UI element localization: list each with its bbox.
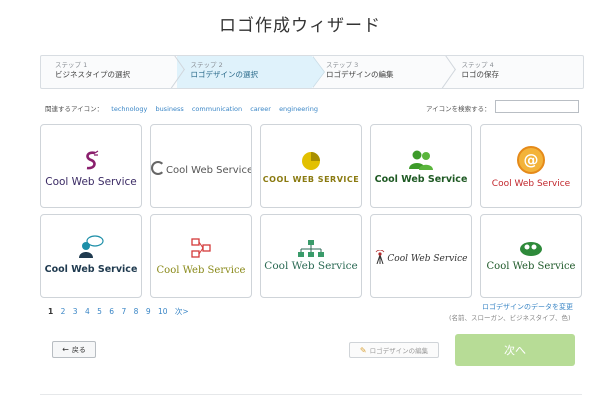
logo-tile-10[interactable]: Cool Web Service — [480, 214, 582, 298]
logo-tile-5[interactable]: @ Cool Web Service — [480, 124, 582, 208]
logo-text: Cool Web Service — [156, 265, 246, 276]
edit-logo-button-label: ロゴデザインの編集 — [369, 347, 429, 355]
logo-tile-6[interactable]: Cool Web Service — [40, 214, 142, 298]
logo-text: Cool Web Service — [374, 174, 468, 185]
logo-row: Cool Web Service — [371, 249, 471, 265]
back-button-label: 戻る — [71, 345, 86, 354]
page-10[interactable]: 10 — [158, 307, 168, 316]
page-9[interactable]: 9 — [146, 307, 151, 316]
step-4-number: ステップ 4 — [461, 61, 494, 69]
logo-text: Cool Web Service — [486, 261, 576, 272]
page-2[interactable]: 2 — [61, 307, 66, 316]
hierarchy-icon — [298, 240, 324, 257]
logo-tile-3[interactable]: COOL WEB SERVICE — [260, 124, 362, 208]
related-icons-label: 関連するアイコン： — [45, 105, 104, 113]
pencil-icon: ✎ — [359, 345, 367, 355]
arrow-left-icon: ← — [62, 345, 69, 354]
at-sign-icon: @ — [517, 146, 545, 174]
logo-grid: Cool Web Service Cool Web Service COOL W… — [40, 124, 582, 298]
logo-text: Cool Web Service — [44, 264, 138, 275]
logo-row: Cool Web Service — [151, 161, 251, 176]
logo-tile-7[interactable]: Cool Web Service — [150, 214, 252, 298]
people-icon — [409, 150, 433, 170]
antenna-icon — [375, 249, 384, 265]
logo-tile-2[interactable]: Cool Web Service — [150, 124, 252, 208]
tag-technology[interactable]: technology — [111, 105, 147, 113]
step-3[interactable]: ステップ 3 ロゴデザインの編集 — [312, 56, 448, 88]
next-button-label: 次へ — [504, 344, 526, 357]
next-button[interactable]: 次へ — [455, 334, 575, 366]
logo-text: Cool Web Service — [387, 254, 468, 264]
page-7[interactable]: 7 — [121, 307, 126, 316]
next-page-link[interactable]: 次> — [175, 307, 189, 316]
step-4[interactable]: ステップ 4 ロゴの保存 — [448, 56, 584, 88]
pagination: 1 2 3 4 5 6 7 8 9 10 次> — [48, 306, 194, 317]
dragon-s-icon — [86, 150, 99, 170]
search-input[interactable] — [495, 100, 579, 113]
step-2-label: ロゴデザインの選択 — [190, 70, 259, 79]
related-icons: 関連するアイコン： technology business communicat… — [45, 103, 318, 113]
page-3[interactable]: 3 — [73, 307, 78, 316]
wizard-steps: ステップ 1 ビジネスタイプの選択 ステップ 2 ロゴデザインの選択 ステップ … — [40, 55, 584, 89]
step-1[interactable]: ステップ 1 ビジネスタイプの選択 — [41, 56, 177, 88]
cloud-people-icon — [520, 242, 542, 256]
logo-text: Cool Web Service — [264, 260, 358, 272]
logo-tile-8[interactable]: Cool Web Service — [260, 214, 362, 298]
page-5[interactable]: 5 — [97, 307, 102, 316]
step-3-number: ステップ 3 — [326, 61, 359, 69]
page-8[interactable]: 8 — [134, 307, 139, 316]
page-title: ロゴ作成ウィザード — [219, 16, 381, 36]
divider — [40, 394, 582, 395]
edit-logo-button[interactable]: ✎ ロゴデザインの編集 — [349, 342, 439, 358]
logo-tile-9[interactable]: Cool Web Service — [370, 214, 472, 298]
tag-engineering[interactable]: engineering — [279, 105, 318, 113]
c-swirl-icon — [151, 161, 165, 175]
logo-text: Cool Web Service — [166, 165, 252, 176]
logo-tile-1[interactable]: Cool Web Service — [40, 124, 142, 208]
step-1-number: ステップ 1 — [55, 61, 88, 69]
tag-business[interactable]: business — [155, 105, 183, 113]
svg-text:@: @ — [524, 151, 539, 169]
network-icon — [191, 238, 211, 258]
step-2[interactable]: ステップ 2 ロゴデザインの選択 — [176, 56, 325, 88]
chat-person-icon — [79, 235, 104, 258]
tag-career[interactable]: career — [250, 105, 271, 113]
step-1-label: ビジネスタイプの選択 — [55, 70, 130, 79]
logo-text: COOL WEB SERVICE — [262, 175, 360, 184]
tag-communication[interactable]: communication — [192, 105, 242, 113]
page-1[interactable]: 1 — [48, 307, 53, 316]
logo-text: Cool Web Service — [491, 179, 571, 189]
page-4[interactable]: 4 — [85, 307, 90, 316]
logo-text: Cool Web Service — [45, 176, 137, 188]
step-3-label: ロゴデザインの編集 — [326, 70, 394, 79]
page-6[interactable]: 6 — [109, 307, 114, 316]
edit-data-link[interactable]: ロゴデザインのデータを変更 — [482, 302, 573, 312]
step-2-number: ステップ 2 — [190, 61, 223, 69]
back-button[interactable]: ← 戻る — [52, 341, 96, 358]
logo-tile-4[interactable]: Cool Web Service — [370, 124, 472, 208]
pie-icon — [302, 152, 320, 170]
step-4-label: ロゴの保存 — [461, 70, 500, 79]
search-label: アイコンを検索する： — [426, 105, 491, 113]
edit-data-hint: (名前、スローガン、ビジネスタイプ、色) — [449, 314, 571, 322]
